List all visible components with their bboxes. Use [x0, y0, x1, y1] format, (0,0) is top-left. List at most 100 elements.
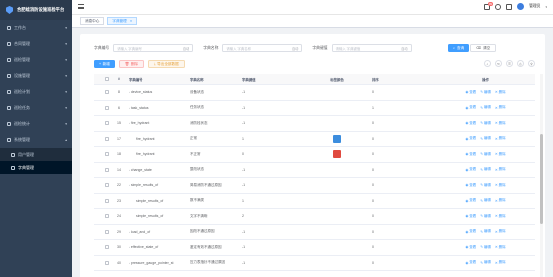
checkbox-cell[interactable]: [102, 105, 111, 110]
dict-name-input[interactable]: 请输入 字典名称 自动: [222, 44, 303, 52]
delete-row-button[interactable]: ✕ 删除: [495, 198, 506, 203]
close-icon[interactable]: ✕: [130, 19, 133, 23]
checkbox-cell[interactable]: [102, 183, 111, 188]
delete-row-button[interactable]: ✕ 删除: [495, 245, 506, 250]
view-button[interactable]: ◉ 查看: [465, 136, 476, 141]
table-row[interactable]: 8 › device_status 设备状态 -1 0 ◉ 查看 ✎ 编辑 ✕ 删除: [94, 85, 535, 101]
tag-message-center[interactable]: 消息中心: [80, 17, 105, 25]
checkbox[interactable]: [104, 229, 109, 234]
edit-button[interactable]: ✎ 编辑: [480, 229, 491, 234]
columns-icon[interactable]: ☰: [506, 60, 513, 67]
checkbox[interactable]: [104, 77, 109, 81]
sidebar-item-task[interactable]: 巡检任务 ▾: [0, 100, 72, 116]
checkbox-cell[interactable]: [102, 260, 111, 265]
sidebar-item-dictionary[interactable]: 字典管理: [0, 161, 72, 174]
sidebar-item-system[interactable]: 系统管理 ▴: [0, 132, 72, 148]
sidebar-item-stats[interactable]: 巡检统计 ▾: [0, 116, 72, 132]
checkbox[interactable]: [104, 105, 109, 110]
scrollbar-thumb[interactable]: [540, 134, 543, 224]
edit-button[interactable]: ✎ 编辑: [480, 136, 491, 141]
checkbox[interactable]: [104, 121, 109, 126]
delete-row-button[interactable]: ✕ 删除: [495, 214, 506, 219]
view-button[interactable]: ◉ 查看: [465, 229, 476, 234]
edit-button[interactable]: ✎ 编辑: [480, 198, 491, 203]
checkbox[interactable]: [104, 214, 109, 219]
view-button[interactable]: ◉ 查看: [465, 198, 476, 203]
edit-button[interactable]: ✎ 编辑: [480, 152, 491, 157]
hamburger-menu-icon[interactable]: [78, 4, 84, 9]
checkbox-cell[interactable]: [102, 90, 111, 95]
refresh-icon[interactable]: ↻: [495, 60, 502, 67]
sidebar-item-plan[interactable]: 巡检计划 ▾: [0, 84, 72, 100]
delete-row-button[interactable]: ✕ 删除: [495, 121, 506, 126]
checkbox-cell[interactable]: [102, 214, 111, 219]
dict-code-input[interactable]: 请输入 字典编号 自动: [113, 44, 194, 52]
export-button[interactable]: ⤓ 导出全部数据: [148, 60, 185, 68]
sidebar-item-contract[interactable]: 合同管理 ▾: [0, 36, 72, 52]
filter-icon[interactable]: ⚲: [528, 60, 535, 67]
edit-button[interactable]: ✎ 编辑: [480, 214, 491, 219]
edit-button[interactable]: ✎ 编辑: [480, 121, 491, 126]
message-icon[interactable]: 99: [484, 1, 494, 10]
checkbox[interactable]: [104, 90, 109, 95]
reset-button[interactable]: ⌫ 清空: [470, 44, 497, 52]
table-row[interactable]: 29 › load_and_of 因改不通过原因 -1 0 ◉ 查看 ✎ 编辑 ✕ 删除: [94, 225, 535, 240]
view-button[interactable]: ◉ 查看: [465, 90, 476, 95]
edit-button[interactable]: ✎ 编辑: [480, 167, 491, 172]
search-toggle-icon[interactable]: ⌕: [484, 60, 491, 67]
checkbox[interactable]: [104, 167, 109, 172]
edit-button[interactable]: ✎ 编辑: [480, 105, 491, 110]
search-button[interactable]: ⌕ 查询: [448, 44, 470, 52]
bell-icon[interactable]: [495, 3, 502, 10]
view-button[interactable]: ◉ 查看: [465, 214, 476, 219]
checkbox[interactable]: [104, 136, 109, 141]
delete-row-button[interactable]: ✕ 删除: [495, 105, 506, 110]
avatar[interactable]: [517, 3, 525, 10]
table-row[interactable]: 40 › pressure_gauge_pointer_st 压力表指针不通过原因 -…: [94, 256, 535, 271]
table-row[interactable]: 18 fire_hydrant 不正常 0 0 ◉ 查看 ✎ 编辑 ✕ 删除: [94, 147, 535, 163]
table-row[interactable]: 23 simple_results_of 数不满类 1 0 ◉ 查看 ✎ 编辑 ✕ 删除: [94, 194, 535, 209]
checkbox[interactable]: [104, 260, 109, 265]
checkbox[interactable]: [104, 183, 109, 188]
sidebar-item-inspection[interactable]: 巡检管理 ▾: [0, 52, 72, 68]
checkbox-cell[interactable]: [102, 198, 111, 203]
table-row[interactable]: 6 › task_status 任务状态 -1 1 ◉ 查看 ✎ 编辑 ✕ 删除: [94, 101, 535, 116]
delete-row-button[interactable]: ✕ 删除: [495, 90, 506, 95]
header-checkbox[interactable]: [102, 77, 111, 81]
view-button[interactable]: ◉ 查看: [465, 167, 476, 172]
sidebar-item-workbench[interactable]: 工作台 ▾: [0, 20, 72, 36]
view-button[interactable]: ◉ 查看: [465, 183, 476, 188]
view-button[interactable]: ◉ 查看: [465, 121, 476, 126]
view-button[interactable]: ◉ 查看: [465, 260, 476, 265]
username[interactable]: 管理员: [529, 4, 540, 9]
table-row[interactable]: 22 › simple_results_of 简易消防不通过原因 -1 0 ◉ 查看 ✎ 编辑 ✕…: [94, 178, 535, 194]
view-button[interactable]: ◉ 查看: [465, 105, 476, 110]
tag-dictionary[interactable]: 字典管理 ✕: [107, 17, 138, 25]
view-button[interactable]: ◉ 查看: [465, 245, 476, 250]
checkbox-cell[interactable]: [102, 245, 111, 250]
print-icon[interactable]: ⎙: [517, 60, 524, 67]
add-button[interactable]: + 新增: [94, 60, 115, 68]
table-row[interactable]: 17 fire_hydrant 正常 1 0 ◉ 查看 ✎ 编辑 ✕ 删除: [94, 132, 535, 147]
caret-down-icon[interactable]: ▾: [545, 5, 547, 9]
checkbox[interactable]: [104, 245, 109, 250]
table-row[interactable]: 30 › effective_state_of 鉴定有效不通过原因 -1 0 ◉ 查看 ✎ 编辑…: [94, 240, 535, 256]
delete-row-button[interactable]: ✕ 删除: [495, 167, 506, 172]
sidebar-item-users[interactable]: 用户管理: [0, 148, 72, 161]
delete-row-button[interactable]: ✕ 删除: [495, 260, 506, 265]
table-row[interactable]: 15 › fire_hydrant 消防栓状态 -1 0 ◉ 查看 ✎ 编辑 ✕ 删除: [94, 116, 535, 132]
dict-value-input[interactable]: 请输入 字典键值 自动: [331, 44, 412, 52]
delete-row-button[interactable]: ✕ 删除: [495, 152, 506, 157]
delete-row-button[interactable]: ✕ 删除: [495, 229, 506, 234]
view-button[interactable]: ◉ 查看: [465, 152, 476, 157]
checkbox-cell[interactable]: [102, 136, 111, 141]
table-row[interactable]: 24 simple_results_of 文字不清晰 2 0 ◉ 查看 ✎ 编辑 ✕ 删除: [94, 209, 535, 225]
checkbox[interactable]: [104, 198, 109, 203]
delete-button[interactable]: 🗑 删除: [118, 60, 145, 68]
edit-button[interactable]: ✎ 编辑: [480, 260, 491, 265]
edit-button[interactable]: ✎ 编辑: [480, 183, 491, 188]
checkbox-cell[interactable]: [102, 229, 111, 234]
checkbox-cell[interactable]: [102, 121, 111, 126]
checkbox-cell[interactable]: [102, 167, 111, 172]
delete-row-button[interactable]: ✕ 删除: [495, 136, 506, 141]
